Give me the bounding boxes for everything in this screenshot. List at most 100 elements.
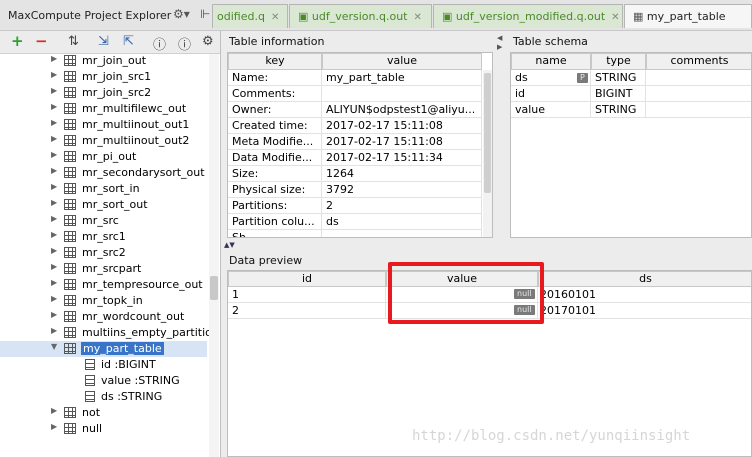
remove-icon[interactable]: − [35, 32, 48, 50]
column-header-value[interactable]: value [322, 53, 482, 70]
chevron-right-icon[interactable]: ▶ [51, 422, 57, 431]
info-value-cell[interactable]: 2 [322, 198, 482, 214]
chevron-right-icon[interactable]: ▶ [51, 54, 57, 63]
chevron-right-icon[interactable]: ▶ [51, 214, 57, 223]
info-value-cell[interactable]: 1264 [322, 166, 482, 182]
info-key-cell[interactable]: Physical size: [228, 182, 322, 198]
chevron-right-icon[interactable]: ▶ [51, 86, 57, 95]
schema-type-cell[interactable]: BIGINT [591, 86, 646, 102]
tree-item[interactable]: ▶ mr_sort_out [0, 197, 207, 213]
preview-id-cell[interactable]: 2 [228, 303, 386, 319]
tree-item[interactable]: value :STRING [0, 373, 207, 389]
explorer-scroll-thumb[interactable] [210, 276, 218, 300]
info-value-cell[interactable]: 2017-02-17 15:11:08 [322, 134, 482, 150]
chevron-right-icon[interactable]: ▶ [51, 326, 57, 335]
tree-item[interactable]: ▶ null [0, 421, 207, 437]
hide-panel-icon[interactable]: ⊩ [200, 7, 210, 21]
tree-item[interactable]: ▶ mr_join_src2 [0, 85, 207, 101]
info-key-cell[interactable]: Size: [228, 166, 322, 182]
gear-icon[interactable]: ⚙▾ [173, 7, 190, 21]
column-header-id[interactable]: id [228, 271, 386, 287]
tree-item[interactable]: ▶ mr_srcpart [0, 261, 207, 277]
tree-item[interactable]: ▶ mr_multiinout_out1 [0, 117, 207, 133]
info-key-cell[interactable]: Comments: [228, 86, 322, 102]
tree-item[interactable]: ▶ mr_join_src1 [0, 69, 207, 85]
info-key-cell[interactable]: Name: [228, 70, 322, 86]
info-value-cell[interactable]: my_part_table [322, 70, 482, 86]
close-icon[interactable]: ✕ [414, 12, 422, 23]
help-icon[interactable]: ⓘ [153, 34, 166, 53]
schema-comments-cell[interactable] [646, 70, 751, 86]
chevron-right-icon[interactable]: ▶ [51, 406, 57, 415]
tree-item[interactable]: ▶ mr_src [0, 213, 207, 229]
column-header-comments[interactable]: comments [646, 53, 751, 70]
chevron-right-icon[interactable]: ▶ [51, 70, 57, 79]
schema-type-cell[interactable]: STRING [591, 102, 646, 118]
tab-odified[interactable]: odified.q ✕ [212, 4, 288, 28]
explorer-scrollbar[interactable] [209, 54, 219, 457]
info-value-cell[interactable] [322, 86, 482, 102]
info-value-cell[interactable]: 2017-02-17 15:11:34 [322, 150, 482, 166]
tree-item[interactable]: id :BIGINT [0, 357, 207, 373]
chevron-right-icon[interactable]: ▶ [51, 262, 57, 271]
collapse-all-icon[interactable]: ⇱ [123, 34, 134, 49]
info-key-cell[interactable]: Owner: [228, 102, 322, 118]
info-key-cell[interactable]: Partitions: [228, 198, 322, 214]
chevron-right-icon[interactable]: ▶ [51, 310, 57, 319]
schema-type-cell[interactable]: STRING [591, 70, 646, 86]
chevron-right-icon[interactable]: ▶ [51, 182, 57, 191]
schema-name-cell[interactable]: value [511, 102, 591, 118]
tree-item[interactable]: ▶ mr_src2 [0, 245, 207, 261]
chevron-right-icon[interactable]: ▶ [51, 278, 57, 287]
tree-item[interactable]: ▶ mr_wordcount_out [0, 309, 207, 325]
tree-item[interactable]: ▶ mr_pi_out [0, 149, 207, 165]
vertical-splitter-arrows-icon[interactable]: ▲▼ [224, 241, 235, 249]
chevron-right-icon[interactable]: ▶ [51, 246, 57, 255]
settings-icon[interactable]: ⚙ [202, 34, 214, 49]
chevron-right-icon[interactable]: ▶ [51, 294, 57, 303]
preview-id-cell[interactable]: 1 [228, 287, 386, 303]
schema-name-cell[interactable]: id [511, 86, 591, 102]
column-header-name[interactable]: name [511, 53, 591, 70]
column-header-key[interactable]: key [228, 53, 322, 70]
info-key-cell[interactable]: Partition colu... [228, 214, 322, 230]
tree-item[interactable]: ▶ mr_src1 [0, 229, 207, 245]
tree-item[interactable]: ▶ mr_join_out [0, 53, 207, 69]
info-value-cell[interactable] [322, 230, 482, 237]
splitter-arrows-icon[interactable]: ◀ ▶ [497, 34, 502, 52]
info-key-cell[interactable]: Created time: [228, 118, 322, 134]
tree-item[interactable]: ▼ my_part_table [0, 341, 207, 357]
chevron-right-icon[interactable]: ▶ [51, 166, 57, 175]
tab-udf-version[interactable]: ▣ udf_version.q.out ✕ [289, 4, 432, 28]
tree-item[interactable]: ▶ mr_topk_in [0, 293, 207, 309]
preview-ds-cell[interactable]: 20170101 [538, 303, 751, 319]
refresh-icon[interactable]: ⇅ [68, 34, 79, 49]
tree-item[interactable]: ▶ mr_multifilewc_out [0, 101, 207, 117]
column-header-ds[interactable]: ds [538, 271, 751, 287]
chevron-right-icon[interactable]: ▶ [51, 102, 57, 111]
close-icon[interactable]: ✕ [611, 12, 619, 23]
close-icon[interactable]: ✕ [271, 12, 279, 23]
schema-comments-cell[interactable] [646, 102, 751, 118]
tree-item[interactable]: ▶ multiins_empty_partitio [0, 325, 212, 341]
info-value-cell[interactable]: 2017-02-17 15:11:08 [322, 118, 482, 134]
info-value-cell[interactable]: ds [322, 214, 482, 230]
schema-comments-cell[interactable] [646, 86, 751, 102]
info-key-cell[interactable]: Meta Modifie... [228, 134, 322, 150]
chevron-right-icon[interactable]: ▶ [51, 230, 57, 239]
info-value-cell[interactable]: ALIYUN$odpstest1@aliyu... [322, 102, 482, 118]
add-icon[interactable]: + [11, 32, 24, 50]
column-header-type[interactable]: type [591, 53, 646, 70]
expand-all-icon[interactable]: ⇲ [98, 34, 109, 49]
tree-item[interactable]: ▶ mr_secondarysort_out [0, 165, 207, 181]
chevron-right-icon[interactable]: ▶ [51, 198, 57, 207]
info-value-cell[interactable]: 3792 [322, 182, 482, 198]
info-key-cell[interactable]: Sh... [228, 230, 322, 237]
tree-item[interactable]: ▶ mr_multiinout_out2 [0, 133, 207, 149]
tab-my-part-table[interactable]: ▦ my_part_table [624, 4, 752, 28]
chevron-right-icon[interactable]: ▶ [51, 150, 57, 159]
tree-item[interactable]: ds :STRING [0, 389, 207, 405]
tree-item[interactable]: ▶ mr_sort_in [0, 181, 207, 197]
info-icon[interactable]: ⓘ [178, 34, 191, 53]
chevron-down-icon[interactable]: ▼ [51, 342, 57, 351]
